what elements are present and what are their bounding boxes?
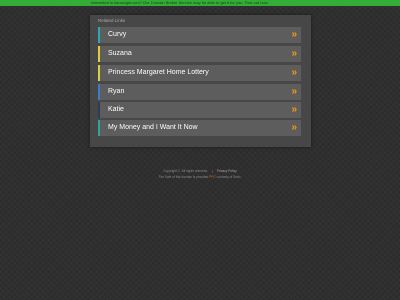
- double-chevron-right-icon[interactable]: »: [291, 27, 297, 43]
- related-link-my-money-and-i-want-it-now[interactable]: My Money and I Want It Now »: [98, 120, 301, 136]
- link-accent-bar: [98, 102, 100, 118]
- link-label[interactable]: My Money and I Want It Now: [108, 120, 198, 136]
- footer-separator: |: [212, 169, 213, 173]
- double-chevron-right-icon[interactable]: »: [291, 84, 297, 100]
- footer-sale-line: The Sale of this domain is provided PPC …: [0, 175, 400, 179]
- related-links-panel: Related Links Curvy » Suzana » Princess …: [90, 15, 311, 147]
- panel-title: Related Links: [98, 18, 126, 23]
- double-chevron-right-icon[interactable]: »: [291, 120, 297, 136]
- copyright-text: Copyright ©. All rights reserved.: [163, 169, 209, 173]
- privacy-policy-link[interactable]: Privacy Policy: [217, 169, 237, 173]
- double-chevron-right-icon[interactable]: »: [291, 46, 297, 62]
- related-link-ryan[interactable]: Ryan »: [98, 84, 301, 100]
- link-accent-bar: [98, 65, 100, 81]
- link-accent-bar: [98, 120, 100, 136]
- footer-line2-prefix: The Sale of this domain is provided: [158, 175, 209, 179]
- link-accent-bar: [98, 84, 100, 100]
- link-accent-bar: [98, 27, 100, 43]
- related-link-suzana[interactable]: Suzana »: [98, 46, 301, 62]
- footer-copyright-line: Copyright ©. All rights reserved. | Privac…: [0, 169, 400, 173]
- link-label[interactable]: Princess Margaret Home Lottery: [108, 65, 209, 81]
- top-banner-text[interactable]: Interested in lotoslogia.com? Our Domain…: [91, 0, 313, 6]
- double-chevron-right-icon[interactable]: »: [291, 65, 297, 81]
- footer-ppc-link[interactable]: PPC: [209, 175, 216, 179]
- link-label[interactable]: Suzana: [108, 46, 132, 62]
- related-link-princess-margaret-home-lottery[interactable]: Princess Margaret Home Lottery »: [98, 65, 301, 81]
- top-banner[interactable]: Interested in lotoslogia.com? Our Domain…: [0, 0, 400, 6]
- link-accent-bar: [98, 46, 100, 62]
- related-link-curvy[interactable]: Curvy »: [98, 27, 301, 43]
- footer-line2-suffix: courtesy of Sedo.: [216, 175, 242, 179]
- link-label[interactable]: Ryan: [108, 84, 124, 100]
- related-link-katie[interactable]: Katie »: [98, 102, 301, 118]
- link-label[interactable]: Katie: [108, 102, 124, 118]
- link-label[interactable]: Curvy: [108, 27, 126, 43]
- double-chevron-right-icon[interactable]: »: [291, 102, 297, 118]
